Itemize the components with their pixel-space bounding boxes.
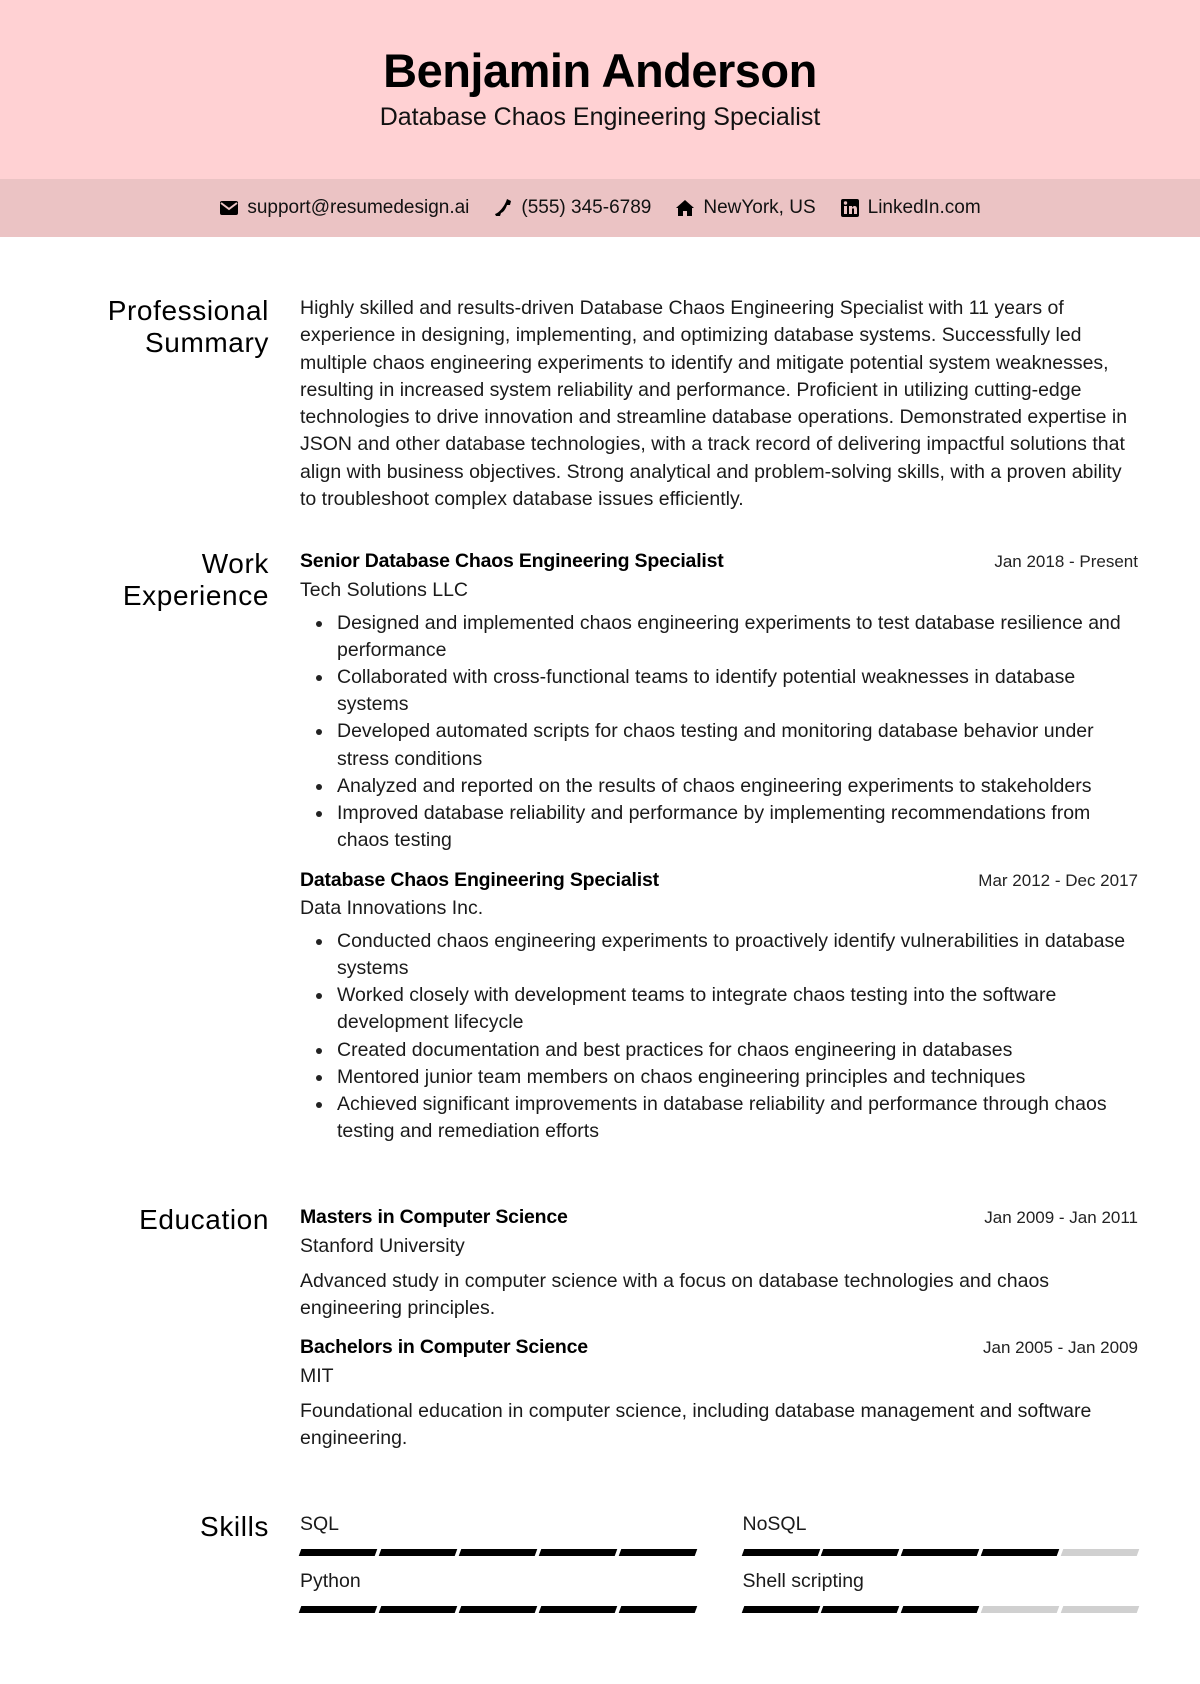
job-title: Database Chaos Engineering Specialist (300, 868, 659, 891)
linkedin-icon (840, 198, 860, 218)
responsibility-item: Analyzed and reported on the results of … (300, 773, 1138, 800)
entry-header: Masters in Computer Science Jan 2009 - Ja… (300, 1204, 1138, 1231)
responsibility-item: Created documentation and best practices… (300, 1037, 1138, 1064)
skill-segment-empty (1060, 1549, 1140, 1557)
skill-segment-filled (980, 1549, 1060, 1557)
skill-segment-filled (741, 1606, 820, 1614)
candidate-name: Benjamin Anderson (383, 44, 817, 97)
education-dates: Jan 2005 - Jan 2009 (982, 1338, 1138, 1358)
candidate-title: Database Chaos Engineering Specialist (379, 103, 821, 131)
section-work-experience: Work Experience Senior Database Chaos En… (0, 548, 1200, 1157)
job-dates: Jan 2018 - Present (994, 552, 1138, 572)
contact-location: NewYork, US (675, 197, 816, 219)
contact-linkedin[interactable]: LinkedIn.com (840, 197, 981, 219)
section-heading: Education (139, 1204, 269, 1236)
responsibility-item: Developed automated scripts for chaos te… (300, 718, 1138, 772)
skill-segment-filled (538, 1606, 617, 1614)
contact-bar: support@resumedesign.ai (555) 345-6789 N… (0, 179, 1200, 237)
education-dates: Jan 2009 - Jan 2011 (984, 1208, 1138, 1228)
skill-item: Python (298, 1568, 697, 1614)
entry-header: Bachelors in Computer Science Jan 2005 - … (300, 1334, 1138, 1361)
skill-name: SQL (300, 1513, 340, 1536)
skill-item: NoSQL (741, 1511, 1140, 1557)
work-entry: Database Chaos Engineering Specialist Mar… (300, 867, 1138, 1146)
responsibility-item: Collaborated with cross-functional teams… (300, 664, 1138, 718)
contact-email[interactable]: support@resumedesign.ai (219, 197, 469, 219)
contact-email-text: support@resumedesign.ai (247, 197, 470, 218)
summary-text: Highly skilled and results-driven Databa… (300, 297, 1128, 511)
section-heading: Professional Summary (107, 295, 269, 358)
skill-segment-filled (378, 1606, 458, 1614)
skill-segment-filled (458, 1606, 537, 1614)
company-name: Data Innovations Inc. (300, 896, 484, 919)
contact-phone[interactable]: (555) 345-6789 (493, 197, 651, 219)
skill-level-bar (298, 1549, 697, 1557)
responsibility-item: Designed and implemented chaos engineeri… (300, 610, 1138, 664)
entry-header: Senior Database Chaos Engineering Specia… (300, 548, 1138, 575)
home-icon (675, 198, 695, 218)
job-title: Senior Database Chaos Engineering Specia… (300, 550, 724, 573)
skill-segment-filled (458, 1549, 537, 1557)
skill-segment-filled (741, 1549, 820, 1557)
responsibility-item: Worked closely with development teams to… (300, 982, 1138, 1036)
skill-name: Python (300, 1570, 361, 1593)
skill-segment-filled (618, 1549, 697, 1557)
skill-segment-empty (1060, 1606, 1140, 1614)
job-dates: Mar 2012 - Dec 2017 (978, 870, 1138, 890)
section-education: Education Masters in Computer Science Jan… (0, 1204, 1200, 1464)
phone-icon (493, 198, 513, 218)
skill-item: SQL (298, 1511, 697, 1557)
responsibility-item: Mentored junior team members on chaos en… (300, 1064, 1138, 1091)
entry-header: Database Chaos Engineering Specialist Mar… (300, 867, 1138, 894)
skill-segment-filled (821, 1549, 900, 1557)
school-name: Stanford University (300, 1234, 465, 1257)
education-description: Foundational education in computer scien… (300, 1399, 1092, 1449)
degree-name: Bachelors in Computer Science (300, 1336, 588, 1359)
responsibility-list: Conducted chaos engineering experiments … (300, 928, 1138, 1146)
envelope-icon (219, 198, 239, 218)
skill-segment-filled (821, 1606, 900, 1614)
skill-item: Shell scripting (741, 1568, 1140, 1614)
skill-level-bar (741, 1606, 1140, 1614)
company-name: Tech Solutions LLC (300, 578, 469, 601)
skill-segment-filled (538, 1549, 617, 1557)
degree-name: Masters in Computer Science (300, 1206, 568, 1229)
skill-segment-filled (298, 1549, 378, 1557)
skill-name: NoSQL (742, 1513, 807, 1536)
responsibility-list: Designed and implemented chaos engineeri… (300, 610, 1138, 855)
school-name: MIT (300, 1364, 334, 1387)
section-skills: Skills SQL NoSQL Python Shell scripting (0, 1511, 1200, 1614)
education-entry: Bachelors in Computer Science Jan 2005 - … (300, 1334, 1138, 1452)
skill-level-bar (741, 1549, 1140, 1557)
responsibility-item: Achieved significant improvements in dat… (300, 1091, 1138, 1145)
section-heading: Work Experience (122, 548, 269, 612)
skill-segment-filled (298, 1606, 378, 1614)
skill-segment-filled (901, 1606, 980, 1614)
contact-location-text: NewYork, US (703, 197, 816, 218)
contact-linkedin-text: LinkedIn.com (867, 197, 981, 218)
skill-segment-filled (618, 1606, 697, 1614)
resume-header: Benjamin Anderson Database Chaos Enginee… (0, 0, 1200, 179)
skill-segment-filled (901, 1549, 980, 1557)
section-summary: Professional Summary Highly skilled and … (0, 295, 1200, 513)
skill-name: Shell scripting (742, 1570, 864, 1593)
skill-level-bar (298, 1606, 697, 1614)
contact-phone-text: (555) 345-6789 (521, 197, 652, 218)
skill-segment-empty (980, 1606, 1060, 1614)
work-entry: Senior Database Chaos Engineering Specia… (300, 548, 1138, 854)
education-entry: Masters in Computer Science Jan 2009 - Ja… (300, 1204, 1138, 1322)
skill-segment-filled (378, 1549, 458, 1557)
education-description: Advanced study in computer science with … (300, 1269, 1050, 1320)
responsibility-item: Conducted chaos engineering experiments … (300, 928, 1138, 982)
section-heading: Skills (200, 1511, 269, 1543)
responsibility-item: Improved database reliability and perfor… (300, 800, 1138, 854)
